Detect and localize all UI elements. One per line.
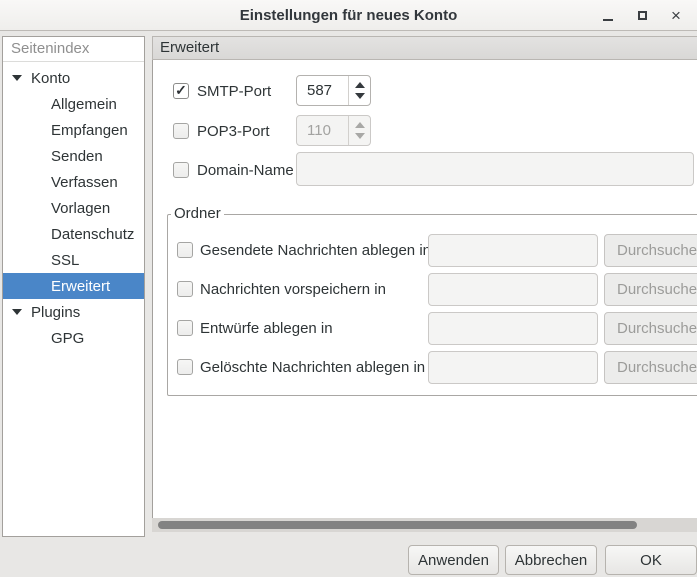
pop3-port-spinbox [296,115,371,146]
tree-item-label: Verfassen [51,174,118,191]
tree-item-label: Allgemein [51,96,117,113]
tree-item-label: Empfangen [51,122,128,139]
maximize-icon [638,11,647,20]
advanced-settings-viewport: SMTP-Port POP3-Port Domain-Name Ordner [152,60,697,518]
sidebar-item-verfassen[interactable]: Verfassen [3,169,144,195]
page-index-sidebar: Seitenindex Konto Allgemein Empfangen Se… [2,36,145,537]
sidebar-item-plugins[interactable]: Plugins [3,299,144,325]
queue-folder-browse-button[interactable]: Durchsuchen [604,273,697,306]
sent-folder-input[interactable] [428,234,598,267]
cancel-button[interactable]: Abbrechen [505,545,597,575]
sidebar-item-senden[interactable]: Senden [3,143,144,169]
horizontal-scrollbar-thumb[interactable] [158,521,637,529]
smtp-port-label: SMTP-Port [197,83,271,100]
pop3-port-label: POP3-Port [197,123,270,140]
settings-tree: Konto Allgemein Empfangen Senden Verfass… [3,62,144,351]
queue-folder-input[interactable] [428,273,598,306]
horizontal-scrollbar[interactable] [152,518,697,532]
tree-item-label: GPG [51,330,84,347]
spin-down-icon[interactable] [355,133,365,139]
drafts-folder-label: Entwürfe ablegen in [200,320,333,337]
account-preferences-dialog: { "window": { "title": "Einstellungen fü… [0,0,697,577]
smtp-port-checkbox[interactable] [173,83,189,99]
minimize-button[interactable] [591,2,625,30]
chevron-down-icon[interactable] [12,309,22,315]
domain-name-checkbox[interactable] [173,162,189,178]
smtp-port-spinbox [296,75,371,106]
smtp-port-input[interactable] [297,76,348,105]
trash-folder-browse-button[interactable]: Durchsuchen [604,351,697,384]
tree-item-label: Vorlagen [51,200,110,217]
maximize-button[interactable] [625,2,659,30]
drafts-folder-browse-button[interactable]: Durchsuchen [604,312,697,345]
sidebar-header: Seitenindex [3,37,144,62]
spinner-arrows [348,76,370,105]
sidebar-item-datenschutz[interactable]: Datenschutz [3,221,144,247]
sidebar-item-empfangen[interactable]: Empfangen [3,117,144,143]
sidebar-item-vorlagen[interactable]: Vorlagen [3,195,144,221]
apply-button[interactable]: Anwenden [408,545,499,575]
sent-folder-browse-button[interactable]: Durchsuchen [604,234,697,267]
close-button[interactable]: × [659,2,693,30]
chevron-down-icon[interactable] [12,75,22,81]
trash-folder-checkbox[interactable] [177,359,193,375]
minimize-icon [603,19,613,21]
pop3-port-input[interactable] [297,116,348,145]
folders-group-title: Ordner [171,205,224,222]
page-title: Erweitert [152,36,697,60]
tree-item-label: SSL [51,252,79,269]
window-title: Einstellungen für neues Konto [240,7,458,24]
spin-up-icon[interactable] [355,82,365,88]
tree-item-label: Plugins [31,304,80,321]
tree-item-label: Datenschutz [51,226,134,243]
window-controls: × [591,0,693,31]
close-icon: × [671,7,681,24]
spin-down-icon[interactable] [355,93,365,99]
trash-folder-label: Gelöschte Nachrichten ablegen in [200,359,425,376]
sidebar-item-allgemein[interactable]: Allgemein [3,91,144,117]
domain-name-input[interactable] [296,152,694,186]
drafts-folder-input[interactable] [428,312,598,345]
sidebar-item-konto[interactable]: Konto [3,65,144,91]
main-panel: Erweitert SMTP-Port POP3-Port Domain-Nam… [152,36,697,532]
sidebar-item-gpg[interactable]: GPG [3,325,144,351]
spinner-arrows [348,116,370,145]
tree-item-label: Senden [51,148,103,165]
queue-folder-label: Nachrichten vorspeichern in [200,281,386,298]
drafts-folder-checkbox[interactable] [177,320,193,336]
sidebar-item-erweitert[interactable]: Erweitert [3,273,144,299]
titlebar: Einstellungen für neues Konto × [0,0,697,31]
queue-folder-checkbox[interactable] [177,281,193,297]
pop3-port-checkbox[interactable] [173,123,189,139]
trash-folder-input[interactable] [428,351,598,384]
sent-folder-label: Gesendete Nachrichten ablegen in [200,242,431,259]
tree-item-label: Konto [31,70,70,87]
ok-button[interactable]: OK [605,545,697,575]
sidebar-item-ssl[interactable]: SSL [3,247,144,273]
sent-folder-checkbox[interactable] [177,242,193,258]
domain-name-label: Domain-Name [197,162,294,179]
tree-item-label: Erweitert [51,278,110,295]
spin-up-icon[interactable] [355,122,365,128]
